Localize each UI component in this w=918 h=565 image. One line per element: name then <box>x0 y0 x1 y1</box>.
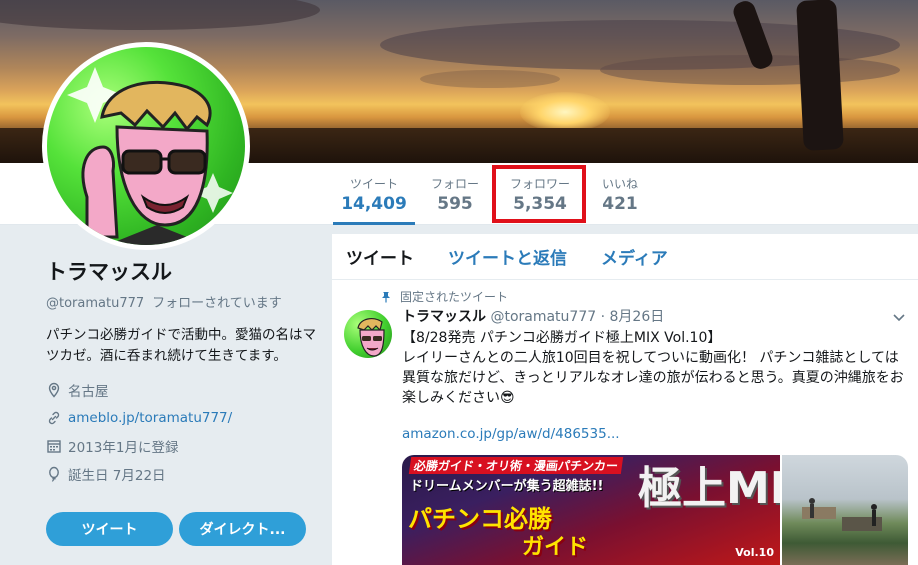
avatar-image <box>47 47 245 245</box>
profile-avatar[interactable] <box>42 42 250 250</box>
profile-actions: ツイート ダイレクト... <box>46 512 306 546</box>
tweet-author-name[interactable]: トラマッスル <box>402 309 486 325</box>
nav-likes-count: 421 <box>602 194 638 214</box>
nav-tweets-label: ツイート <box>349 177 398 191</box>
tweet-to-button[interactable]: ツイート <box>46 512 173 546</box>
joined-text: 2013年1月に登録 <box>68 440 179 456</box>
magazine-top-text: 必勝ガイド・オリ術・漫画パチンカー <box>408 457 624 474</box>
calendar-icon <box>47 440 61 453</box>
tab-tweets[interactable]: ツイート <box>346 244 414 269</box>
profile-joined: 2013年1月に登録 <box>46 437 316 456</box>
profile-card: トラマッスル @toramatu777 フォローされています パチンコ必勝ガイドで… <box>46 256 316 484</box>
profile-url: ameblo.jp/toramatu777/ <box>46 409 316 427</box>
location-text: 名古屋 <box>68 384 109 400</box>
nav-likes[interactable]: いいね 421 <box>592 163 648 225</box>
profile-birthday: 誕生日 7月22日 <box>46 465 316 484</box>
tweet-author-handle[interactable]: @toramatu777 <box>490 309 596 325</box>
profile-name[interactable]: トラマッスル <box>46 256 316 286</box>
nav-tweets[interactable]: ツイート 14,409 <box>333 163 415 225</box>
profile-handle-row: @toramatu777 フォローされています <box>46 292 316 311</box>
location-pin-icon <box>48 382 60 398</box>
chevron-down-icon[interactable] <box>892 310 906 324</box>
tweet-text: 【8/28発売 パチンコ必勝ガイド極上MIX Vol.10】 レイリーさんとの二… <box>402 328 910 408</box>
tweet-text-line2: レイリーさんとの二人旅10回目を祝してついに動画化！ パチンコ雑誌としては異質な… <box>402 350 904 406</box>
tweet-text-line1: 【8/28発売 パチンコ必勝ガイド極上MIX Vol.10】 <box>402 330 722 346</box>
timeline-tabs: ツイート ツイートと返信 メディア <box>332 234 918 280</box>
profile-handle[interactable]: @toramatu777 <box>46 296 144 311</box>
tweet-date[interactable]: · 8月26日 <box>601 309 665 325</box>
tweet-link[interactable]: amazon.co.jp/gp/aw/d/486535... <box>402 426 620 442</box>
link-icon <box>48 411 60 425</box>
tweet-media-photo[interactable] <box>782 455 908 565</box>
pinned-label: 固定されたツイート <box>400 290 509 304</box>
profile-location: 名古屋 <box>46 381 316 400</box>
nav-likes-label: いいね <box>601 177 638 191</box>
balloon-icon <box>49 466 59 482</box>
tweet-media-magazine[interactable]: 必勝ガイド・オリ術・漫画パチンカー ドリームメンバーが集う超雑誌!! パチンコ必… <box>402 455 780 565</box>
tweet-header: トラマッスル @toramatu777 · 8月26日 <box>402 306 664 326</box>
tweet-avatar[interactable] <box>344 310 392 358</box>
url-link[interactable]: ameblo.jp/toramatu777/ <box>68 410 232 426</box>
birthday-text: 誕生日 7月22日 <box>68 468 166 484</box>
followers-highlight-box <box>492 165 586 223</box>
magazine-big-text2: ガイド <box>522 535 589 560</box>
direct-message-button[interactable]: ダイレクト... <box>179 512 306 546</box>
nav-following-label: フォロー <box>430 177 479 191</box>
nav-following[interactable]: フォロー 595 <box>420 163 490 225</box>
profile-bio: パチンコ必勝ガイドで活動中。愛猫の名はマツカゼ。酒に呑まれ続けて生きてます。 <box>46 327 316 364</box>
tab-media[interactable]: メディア <box>601 244 668 269</box>
magazine-mid-text: ドリームメンバーが集う超雑誌!! <box>410 479 604 494</box>
timeline: ツイート ツイートと返信 メディア 固定されたツイート トラマッスル @tora… <box>332 234 918 565</box>
pin-icon <box>382 291 390 302</box>
magazine-mix-text: 極上MIX <box>638 463 780 514</box>
pinned-label-row: 固定されたツイート <box>380 288 508 305</box>
tab-tweets-and-replies[interactable]: ツイートと返信 <box>448 244 567 269</box>
follows-you-badge: フォローされています <box>152 296 282 311</box>
nav-tweets-count: 14,409 <box>341 194 407 214</box>
magazine-vol-text: Vol.10 <box>735 546 774 559</box>
nav-following-count: 595 <box>437 194 473 214</box>
